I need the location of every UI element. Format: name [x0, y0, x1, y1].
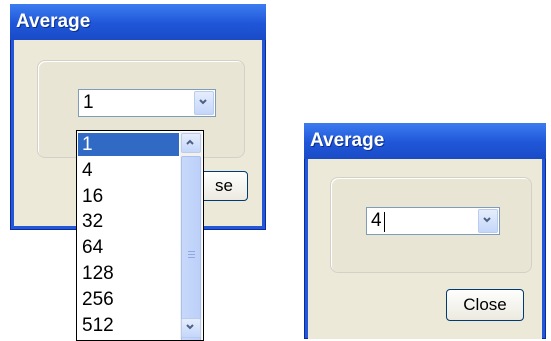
chevron-down-icon — [483, 217, 491, 223]
chevron-up-icon — [186, 139, 194, 145]
left-dialog-titlebar[interactable]: Average — [10, 4, 266, 40]
dropdown-scrollbar[interactable] — [180, 132, 202, 340]
scroll-thumb-grip — [188, 257, 195, 258]
right-close-button[interactable]: Close — [446, 289, 524, 321]
left-combo-dropdown-button[interactable] — [194, 91, 214, 115]
dropdown-item[interactable]: 64 — [78, 236, 179, 259]
dropdown-item[interactable]: 1 — [78, 133, 179, 156]
dropdown-item[interactable]: 16 — [78, 185, 179, 208]
scroll-up-button[interactable] — [181, 133, 201, 153]
right-dialog-title: Average — [310, 130, 385, 151]
dropdown-item[interactable]: 256 — [78, 288, 179, 311]
dropdown-item[interactable]: 512 — [78, 314, 179, 337]
scroll-thumb-grip — [188, 251, 195, 252]
scroll-thumb[interactable] — [181, 156, 201, 340]
right-dialog-titlebar[interactable]: Average — [304, 123, 546, 159]
chevron-down-icon — [199, 99, 207, 105]
chevron-down-icon — [186, 324, 194, 330]
right-average-combo-value: 4 — [371, 210, 382, 231]
right-dialog-client: 4 Close — [308, 159, 542, 339]
scroll-down-button[interactable] — [181, 318, 201, 338]
left-dialog-title: Average — [16, 11, 91, 32]
dropdown-item[interactable]: 128 — [78, 262, 179, 285]
scroll-thumb-grip — [188, 254, 195, 255]
dropdown-item[interactable]: 32 — [78, 210, 179, 233]
right-combo-dropdown-button[interactable] — [478, 209, 498, 233]
average-dropdown-list[interactable]: 1 4 16 32 64 128 256 512 — [76, 130, 204, 341]
right-close-button-label: Close — [463, 295, 507, 314]
right-dialog-window: Average 4 Close — [304, 123, 546, 339]
text-cursor — [384, 212, 385, 232]
left-average-combo-value: 1 — [83, 92, 94, 113]
right-average-combo[interactable]: 4 — [366, 207, 500, 235]
left-close-button-label: se — [215, 176, 233, 195]
left-average-combo[interactable]: 1 — [78, 89, 216, 117]
dropdown-item[interactable]: 4 — [78, 159, 179, 182]
